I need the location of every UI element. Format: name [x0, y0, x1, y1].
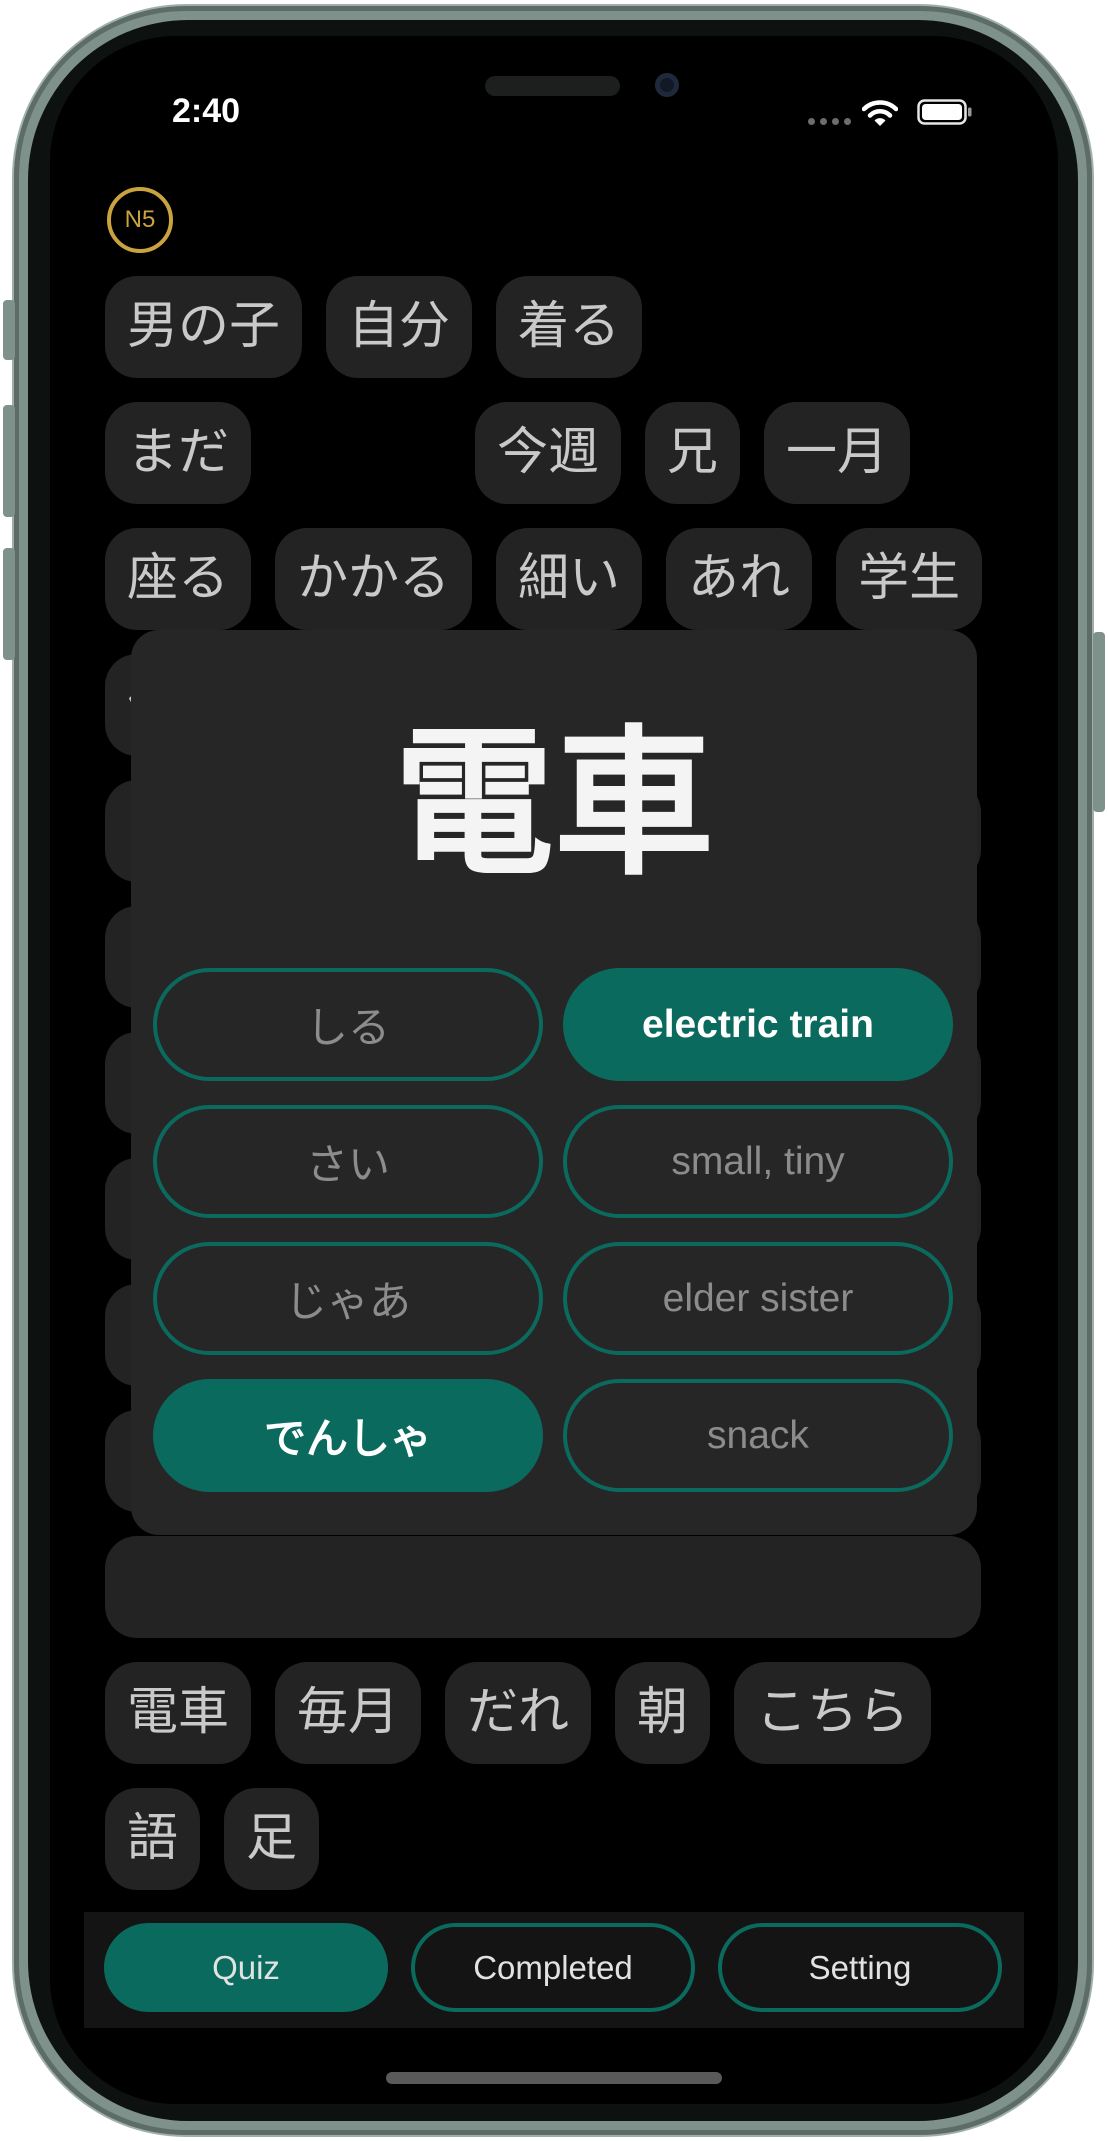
- word-chip[interactable]: 座る: [105, 528, 252, 630]
- tab-setting[interactable]: Setting: [718, 1923, 1002, 2012]
- home-indicator[interactable]: [386, 2072, 722, 2084]
- answer-grid: しる electric train さい small, tiny じゃあ eld…: [153, 968, 953, 1492]
- tab-group: Quiz Completed Setting: [104, 1923, 1002, 2012]
- word-chip[interactable]: 電車: [105, 1662, 252, 1764]
- word-chip[interactable]: まだ: [105, 402, 252, 504]
- signal-icon: [808, 118, 851, 125]
- word-chip[interactable]: 細い: [496, 528, 643, 630]
- volume-up-button: [3, 405, 15, 517]
- reading-option[interactable]: しる: [153, 968, 543, 1081]
- word-chip[interactable]: 朝: [615, 1662, 711, 1764]
- word-chip[interactable]: 今週: [475, 402, 622, 504]
- battery-icon: [917, 99, 972, 125]
- power-button: [1093, 632, 1105, 812]
- status-time: 2:40: [172, 92, 241, 130]
- word-chip[interactable]: 足: [224, 1788, 320, 1890]
- speaker-grille: [485, 76, 620, 96]
- word-chip[interactable]: 語: [105, 1788, 201, 1890]
- word-chip[interactable]: 一月: [764, 402, 911, 504]
- volume-down-button: [3, 548, 15, 660]
- meaning-option[interactable]: small, tiny: [563, 1105, 953, 1218]
- word-chip[interactable]: 学生: [836, 528, 983, 630]
- word-chip[interactable]: こちら: [734, 1662, 932, 1764]
- meaning-option[interactable]: snack: [563, 1379, 953, 1492]
- mute-switch: [3, 300, 15, 360]
- reading-option[interactable]: さい: [153, 1105, 543, 1218]
- wifi-icon: [862, 100, 898, 126]
- level-badge[interactable]: N5: [107, 187, 173, 253]
- word-chip[interactable]: かかる: [275, 528, 473, 630]
- quiz-card: 電車 しる electric train さい small, tiny じゃあ …: [131, 630, 977, 1535]
- meaning-option[interactable]: elder sister: [563, 1242, 953, 1355]
- meaning-option[interactable]: electric train: [563, 968, 953, 1081]
- tab-quiz[interactable]: Quiz: [104, 1923, 388, 2012]
- screen: 2:40 N5 男の子 自分 着る まだ 今週 兄 一月 座る かかる 細い あ…: [50, 36, 1058, 2104]
- reading-option[interactable]: じゃあ: [153, 1242, 543, 1355]
- word-chip[interactable]: 兄: [645, 402, 741, 504]
- word-chip[interactable]: 着る: [496, 276, 643, 378]
- reading-option[interactable]: でんしゃ: [153, 1379, 543, 1492]
- tab-completed[interactable]: Completed: [411, 1923, 695, 2012]
- word-chip[interactable]: 毎月: [275, 1662, 422, 1764]
- word-chip[interactable]: 自分: [326, 276, 473, 378]
- word-chip[interactable]: 男の子: [105, 276, 303, 378]
- word-chip[interactable]: だれ: [445, 1662, 592, 1764]
- hidden-word-chip: [105, 1536, 981, 1638]
- front-camera: [655, 73, 679, 97]
- quiz-kanji: 電車: [393, 710, 714, 897]
- word-chip[interactable]: あれ: [666, 528, 813, 630]
